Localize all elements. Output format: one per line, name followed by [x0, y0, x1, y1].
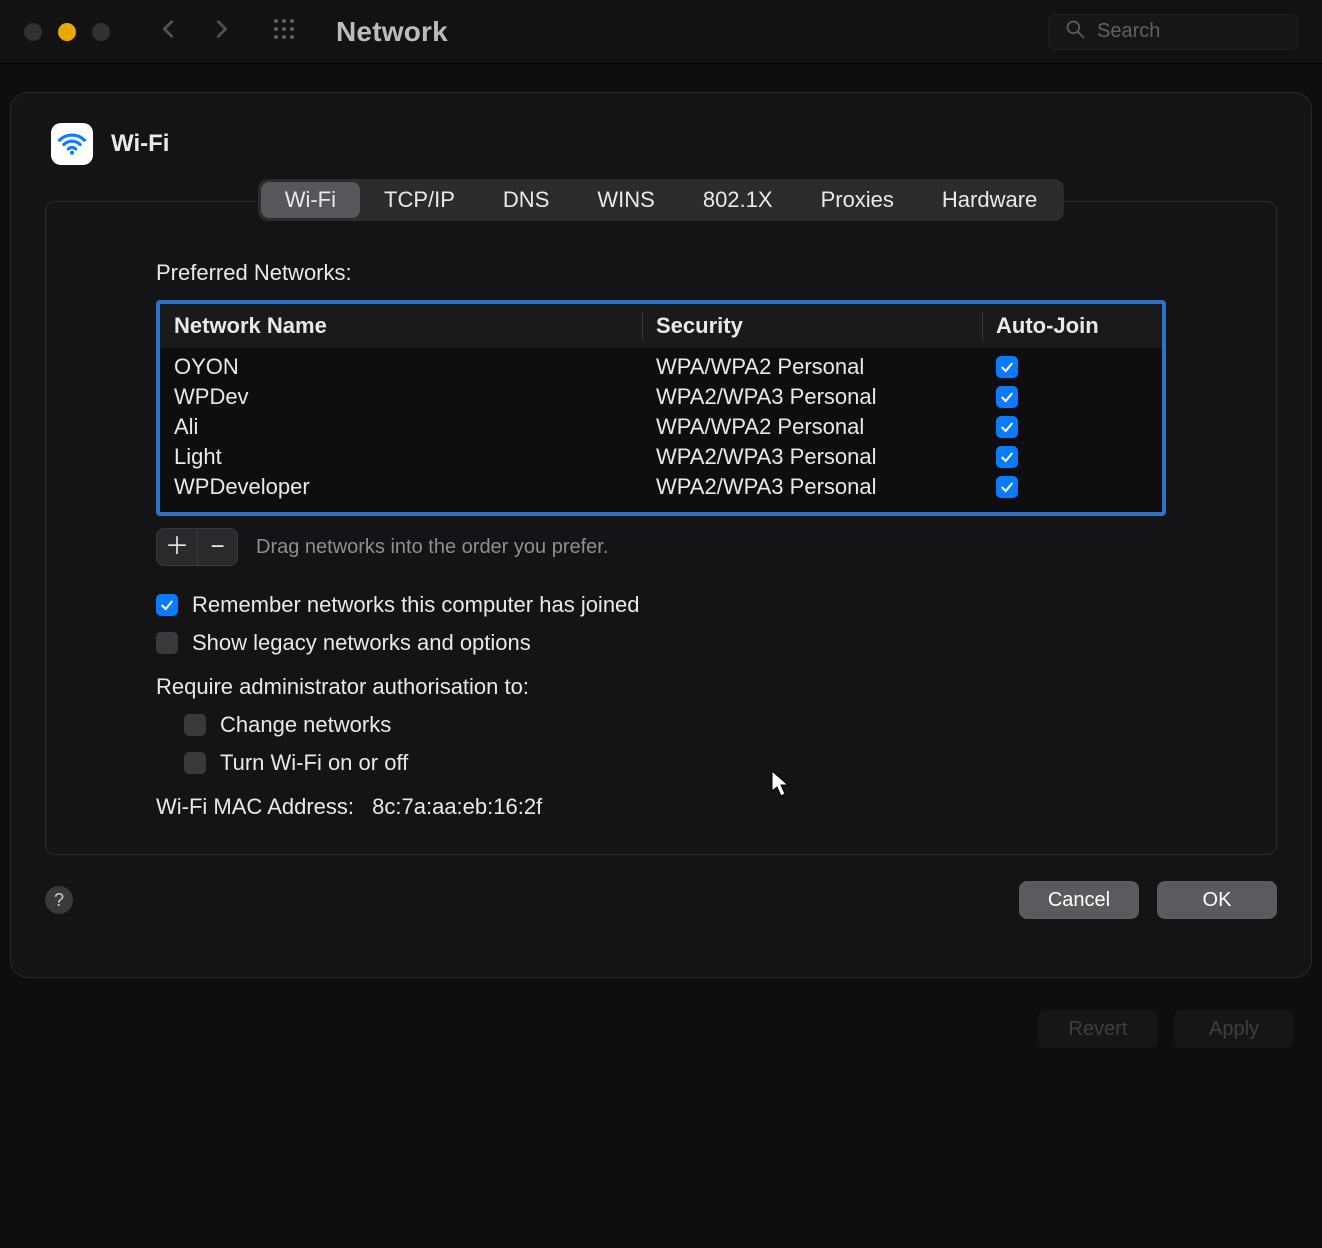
close-icon[interactable] [24, 23, 42, 41]
nav-arrows [158, 18, 232, 46]
mac-address-row: Wi-Fi MAC Address: 8c:7a:aa:eb:16:2f [156, 794, 1166, 820]
cell-autojoin [982, 354, 1162, 380]
maximize-icon[interactable] [92, 23, 110, 41]
cell-name: Ali [160, 412, 642, 442]
tab-wins[interactable]: WINS [573, 182, 678, 218]
show-all-icon[interactable] [272, 17, 296, 47]
search-input[interactable] [1095, 19, 1281, 44]
sheet-title: Wi-Fi [111, 130, 169, 158]
tab-proxies[interactable]: Proxies [797, 182, 918, 218]
tab-tcpip[interactable]: TCP/IP [360, 182, 479, 218]
inner-panel: Preferred Networks: Network Name Securit… [45, 201, 1277, 855]
col-security[interactable]: Security [642, 304, 982, 348]
preferred-networks-label: Preferred Networks: [156, 260, 1166, 286]
col-network-name[interactable]: Network Name [160, 304, 642, 348]
tab-dns[interactable]: DNS [479, 182, 573, 218]
window-title: Network [336, 16, 448, 48]
autojoin-checkbox[interactable] [996, 386, 1018, 408]
autojoin-checkbox[interactable] [996, 446, 1018, 468]
cell-autojoin [982, 444, 1162, 470]
table-body: OYONWPA/WPA2 PersonalWPDevWPA2/WPA3 Pers… [160, 348, 1162, 512]
cell-autojoin [982, 384, 1162, 410]
cell-security: WPA/WPA2 Personal [642, 412, 982, 442]
table-row[interactable]: LightWPA2/WPA3 Personal [160, 442, 1162, 472]
sheet-footer: ? Cancel OK [45, 881, 1277, 919]
cell-security: WPA2/WPA3 Personal [642, 472, 982, 502]
legacy-option[interactable]: Show legacy networks and options [156, 630, 1166, 656]
help-icon[interactable]: ? [45, 886, 73, 914]
drag-hint: Drag networks into the order you prefer. [256, 536, 608, 559]
wifi-sheet: Wi-Fi Wi-FiTCP/IPDNSWINS802.1XProxiesHar… [10, 92, 1312, 978]
cell-name: OYON [160, 352, 642, 382]
add-remove-controls: ＋ − [156, 528, 238, 566]
cell-name: Light [160, 442, 642, 472]
table-row[interactable]: AliWPA/WPA2 Personal [160, 412, 1162, 442]
auth-change-label: Change networks [220, 712, 391, 738]
table-header: Network Name Security Auto-Join [160, 304, 1162, 348]
add-network-button[interactable]: ＋ [157, 529, 197, 565]
network-window: Network Wi-Fi Wi-FiTCP/IPDNSWINS802.1XPr… [0, 0, 1322, 1248]
tab-wifi[interactable]: Wi-Fi [261, 182, 360, 218]
add-remove-row: ＋ − Drag networks into the order you pre… [156, 528, 1166, 566]
cell-name: WPDev [160, 382, 642, 412]
apply-button[interactable]: Apply [1174, 1010, 1294, 1048]
preferred-networks-table[interactable]: Network Name Security Auto-Join OYONWPA/… [156, 300, 1166, 516]
search-field[interactable] [1048, 14, 1298, 50]
window-controls [24, 23, 110, 41]
remember-label: Remember networks this computer has join… [192, 592, 640, 618]
cancel-button[interactable]: Cancel [1019, 881, 1139, 919]
mac-label: Wi-Fi MAC Address: [156, 794, 354, 819]
back-icon[interactable] [158, 18, 180, 46]
table-row[interactable]: OYONWPA/WPA2 Personal [160, 352, 1162, 382]
col-autojoin[interactable]: Auto-Join [982, 304, 1162, 348]
tabs-wrap: Wi-FiTCP/IPDNSWINS802.1XProxiesHardware [45, 179, 1277, 221]
autojoin-checkbox[interactable] [996, 356, 1018, 378]
table-row[interactable]: WPDeveloperWPA2/WPA3 Personal [160, 472, 1162, 502]
tab-hardware[interactable]: Hardware [918, 182, 1061, 218]
auth-change-checkbox[interactable] [184, 714, 206, 736]
remember-checkbox[interactable] [156, 594, 178, 616]
mac-value: 8c:7a:aa:eb:16:2f [372, 794, 542, 819]
legacy-label: Show legacy networks and options [192, 630, 531, 656]
tabs: Wi-FiTCP/IPDNSWINS802.1XProxiesHardware [258, 179, 1065, 221]
autojoin-checkbox[interactable] [996, 476, 1018, 498]
auth-toggle-checkbox[interactable] [184, 752, 206, 774]
wifi-icon [51, 123, 93, 165]
autojoin-checkbox[interactable] [996, 416, 1018, 438]
titlebar: Network [0, 0, 1322, 64]
options: Remember networks this computer has join… [156, 592, 1166, 776]
cell-security: WPA2/WPA3 Personal [642, 382, 982, 412]
auth-change-option[interactable]: Change networks [184, 712, 1166, 738]
forward-icon[interactable] [210, 18, 232, 46]
remove-network-button[interactable]: − [197, 529, 237, 565]
auth-label: Require administrator authorisation to: [156, 674, 1166, 700]
legacy-checkbox[interactable] [156, 632, 178, 654]
tab-8021x[interactable]: 802.1X [679, 182, 797, 218]
cell-autojoin [982, 474, 1162, 500]
cell-security: WPA/WPA2 Personal [642, 352, 982, 382]
cell-name: WPDeveloper [160, 472, 642, 502]
sheet-header: Wi-Fi [45, 123, 1277, 165]
revert-button[interactable]: Revert [1038, 1010, 1158, 1048]
auth-toggle-label: Turn Wi-Fi on or off [220, 750, 408, 776]
search-icon [1065, 19, 1085, 45]
ok-button[interactable]: OK [1157, 881, 1277, 919]
cell-security: WPA2/WPA3 Personal [642, 442, 982, 472]
cell-autojoin [982, 414, 1162, 440]
table-row[interactable]: WPDevWPA2/WPA3 Personal [160, 382, 1162, 412]
bottom-actions: Revert Apply [1038, 1010, 1294, 1048]
minimize-icon[interactable] [58, 23, 76, 41]
remember-option[interactable]: Remember networks this computer has join… [156, 592, 1166, 618]
auth-toggle-option[interactable]: Turn Wi-Fi on or off [184, 750, 1166, 776]
